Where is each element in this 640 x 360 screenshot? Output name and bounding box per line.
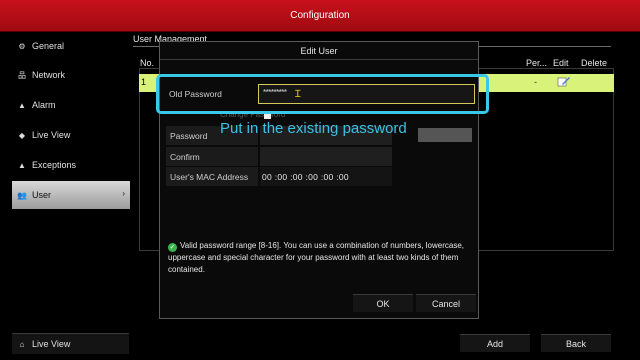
sidebar-item-network[interactable]: 品 Network (12, 61, 130, 89)
old-password-value: ********* (263, 88, 287, 97)
back-button[interactable]: Back (541, 334, 611, 352)
sidebar-item-alarm[interactable]: ▲ Alarm (12, 91, 130, 119)
dialog-title: Edit User (160, 42, 478, 60)
mac-address-field[interactable]: 00 :00 :00 :00 :00 :00 (260, 167, 392, 186)
alarm-icon: ▲ (18, 100, 26, 110)
users-icon: 👥 (17, 190, 27, 200)
old-password-field[interactable]: ********* Ɪ (258, 84, 475, 104)
confirm-label: Confirm (166, 147, 258, 166)
column-header-no: No. (140, 58, 155, 68)
strength-bar (454, 128, 472, 142)
sidebar-item-exceptions[interactable]: ▲ Exceptions (12, 151, 130, 179)
network-icon: 品 (18, 70, 26, 80)
title-bar: Configuration (0, 0, 640, 32)
old-password-label: Old Password (169, 89, 222, 99)
cancel-button[interactable]: Cancel (416, 294, 476, 312)
row-permission: - (534, 77, 537, 87)
ok-button[interactable]: OK (353, 294, 413, 312)
check-icon: ✓ (168, 243, 177, 252)
password-hint-text: Valid password range [8-16]. You can use… (168, 241, 465, 274)
column-header-delete: Delete (581, 58, 608, 68)
window-title: Configuration (290, 10, 350, 21)
sidebar-item-label: Alarm (32, 100, 56, 110)
sidebar-item-label: Live View (32, 130, 71, 140)
sidebar-item-general[interactable]: ⚙ General (12, 32, 130, 60)
live-view-label: Live View (32, 339, 71, 349)
sidebar-item-label: Network (32, 70, 66, 80)
sidebar-item-label: General (32, 41, 65, 51)
strength-bar (436, 128, 454, 142)
edit-icon[interactable] (557, 76, 571, 88)
annotation-highlight: Old Password ********* Ɪ (156, 74, 489, 114)
annotation-caption: Put in the existing password (220, 120, 407, 137)
warning-icon: ▲ (18, 160, 26, 170)
eye-icon: ◆ (18, 130, 26, 140)
sidebar-item-user[interactable]: 👥 User › (12, 181, 130, 209)
chevron-right-icon: › (122, 189, 125, 198)
gear-icon: ⚙ (18, 41, 26, 51)
sidebar-item-label: User (32, 190, 52, 200)
confirm-field[interactable] (260, 147, 392, 166)
add-button[interactable]: Add (460, 334, 530, 352)
home-icon: ⌂ (19, 339, 25, 349)
column-header-edit: Edit (553, 58, 569, 68)
sidebar-item-label: Exceptions (32, 160, 77, 170)
password-hint: ✓ Valid password range [8-16]. You can us… (168, 240, 468, 276)
row-number: 1 (141, 77, 147, 87)
strength-bar (418, 128, 436, 142)
sidebar-item-live-view[interactable]: ◆ Live View (12, 121, 130, 149)
text-cursor-icon: Ɪ (295, 89, 301, 100)
mac-address-label: User's MAC Address (166, 167, 258, 186)
sidebar: ⚙ General 品 Network ▲ Alarm ◆ Live View … (12, 32, 130, 360)
live-view-button[interactable]: ⌂ Live View (12, 333, 129, 354)
column-header-permission: Per... (526, 58, 548, 68)
